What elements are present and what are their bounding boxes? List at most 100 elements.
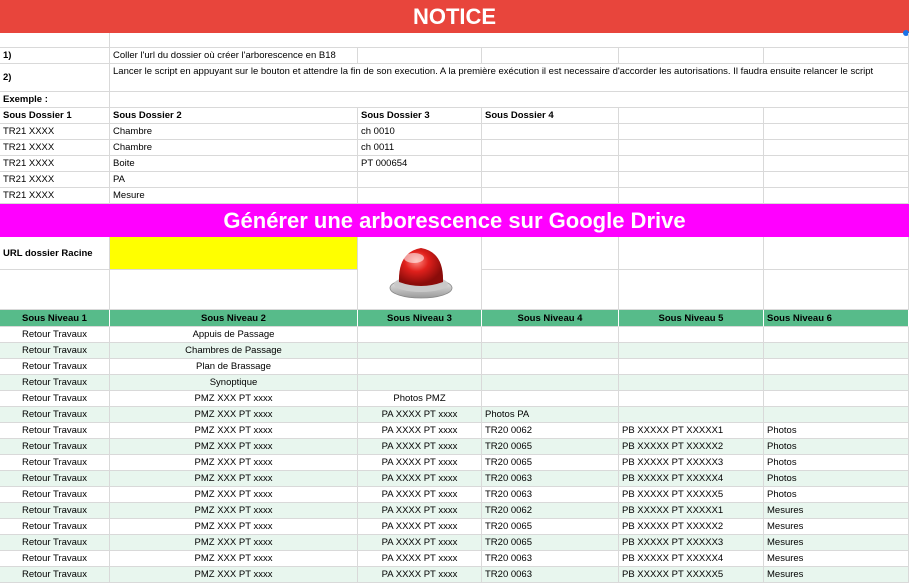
instruction-text[interactable]: Lancer le script en appuyant sur le bout… (110, 64, 909, 92)
level-cell[interactable]: TR20 0063 (482, 471, 619, 487)
level-cell[interactable]: PA XXXX PT xxxx (358, 503, 482, 519)
level-cell[interactable]: PA XXXX PT xxxx (358, 423, 482, 439)
level-cell[interactable]: Retour Travaux (0, 423, 110, 439)
level-cell[interactable]: Photos (764, 455, 909, 471)
level-cell[interactable] (358, 375, 482, 391)
example-cell[interactable] (619, 124, 764, 140)
level-cell[interactable]: Mesures (764, 567, 909, 583)
example-cell[interactable]: TR21 XXXX (0, 124, 110, 140)
level-cell[interactable]: PMZ XXX PT xxxx (110, 535, 358, 551)
level-cell[interactable] (619, 359, 764, 375)
level-cell[interactable] (482, 327, 619, 343)
level-cell[interactable]: Appuis de Passage (110, 327, 358, 343)
level-cell[interactable]: Retour Travaux (0, 359, 110, 375)
url-input[interactable] (110, 237, 358, 270)
level-cell[interactable]: PB XXXXX PT XXXXX5 (619, 487, 764, 503)
level-cell[interactable]: Mesures (764, 503, 909, 519)
level-cell[interactable] (482, 343, 619, 359)
level-cell[interactable]: Retour Travaux (0, 375, 110, 391)
level-cell[interactable] (764, 359, 909, 375)
level-cell[interactable]: Chambres de Passage (110, 343, 358, 359)
example-cell[interactable]: TR21 XXXX (0, 172, 110, 188)
level-cell[interactable]: PA XXXX PT xxxx (358, 439, 482, 455)
level-cell[interactable]: PA XXXX PT xxxx (358, 487, 482, 503)
level-cell[interactable]: Photos (764, 471, 909, 487)
level-header[interactable]: Sous Niveau 3 (358, 310, 482, 327)
example-cell[interactable] (764, 188, 909, 204)
level-cell[interactable]: PA XXXX PT xxxx (358, 455, 482, 471)
level-cell[interactable] (358, 359, 482, 375)
level-cell[interactable]: TR20 0065 (482, 439, 619, 455)
level-cell[interactable]: PMZ XXX PT xxxx (110, 567, 358, 583)
level-cell[interactable]: PMZ XXX PT xxxx (110, 391, 358, 407)
level-cell[interactable]: TR20 0062 (482, 503, 619, 519)
level-cell[interactable] (764, 343, 909, 359)
level-cell[interactable]: PA XXXX PT xxxx (358, 567, 482, 583)
level-cell[interactable] (619, 375, 764, 391)
level-cell[interactable]: PMZ XXX PT xxxx (110, 423, 358, 439)
level-cell[interactable]: PMZ XXX PT xxxx (110, 439, 358, 455)
level-cell[interactable] (764, 391, 909, 407)
instruction-number[interactable]: 1) (0, 48, 110, 64)
example-cell[interactable] (358, 188, 482, 204)
level-header[interactable]: Sous Niveau 2 (110, 310, 358, 327)
level-cell[interactable] (619, 327, 764, 343)
level-cell[interactable]: Retour Travaux (0, 487, 110, 503)
level-cell[interactable]: PB XXXXX PT XXXXX2 (619, 439, 764, 455)
level-cell[interactable]: PB XXXXX PT XXXXX2 (619, 519, 764, 535)
example-header[interactable]: Sous Dossier 4 (482, 108, 619, 124)
level-cell[interactable]: PA XXXX PT xxxx (358, 551, 482, 567)
example-cell[interactable] (619, 188, 764, 204)
level-cell[interactable]: Retour Travaux (0, 503, 110, 519)
example-cell[interactable]: Boite (110, 156, 358, 172)
level-cell[interactable]: Mesures (764, 535, 909, 551)
example-cell[interactable] (764, 124, 909, 140)
level-cell[interactable]: PB XXXXX PT XXXXX5 (619, 567, 764, 583)
level-cell[interactable] (619, 391, 764, 407)
level-cell[interactable]: PB XXXXX PT XXXXX1 (619, 423, 764, 439)
level-header[interactable]: Sous Niveau 4 (482, 310, 619, 327)
level-cell[interactable] (482, 359, 619, 375)
level-cell[interactable]: TR20 0065 (482, 535, 619, 551)
level-cell[interactable]: PB XXXXX PT XXXXX4 (619, 551, 764, 567)
level-cell[interactable]: TR20 0065 (482, 455, 619, 471)
level-cell[interactable]: PMZ XXX PT xxxx (110, 551, 358, 567)
level-cell[interactable]: TR20 0063 (482, 551, 619, 567)
level-cell[interactable] (764, 407, 909, 423)
level-cell[interactable] (482, 391, 619, 407)
level-cell[interactable]: PB XXXXX PT XXXXX1 (619, 503, 764, 519)
level-cell[interactable]: PMZ XXX PT xxxx (110, 471, 358, 487)
level-cell[interactable]: Retour Travaux (0, 551, 110, 567)
level-cell[interactable]: PA XXXX PT xxxx (358, 519, 482, 535)
level-cell[interactable]: PMZ XXX PT xxxx (110, 455, 358, 471)
example-cell[interactable] (482, 156, 619, 172)
level-cell[interactable]: PB XXXXX PT XXXXX3 (619, 535, 764, 551)
level-cell[interactable] (482, 375, 619, 391)
level-cell[interactable]: Retour Travaux (0, 519, 110, 535)
level-cell[interactable] (358, 343, 482, 359)
level-cell[interactable]: Photos (764, 439, 909, 455)
example-cell[interactable]: Chambre (110, 124, 358, 140)
level-cell[interactable]: PA XXXX PT xxxx (358, 407, 482, 423)
level-cell[interactable]: PMZ XXX PT xxxx (110, 519, 358, 535)
level-cell[interactable]: TR20 0065 (482, 519, 619, 535)
example-cell[interactable] (358, 172, 482, 188)
level-cell[interactable]: TR20 0063 (482, 567, 619, 583)
example-cell[interactable]: TR21 XXXX (0, 140, 110, 156)
example-label[interactable]: Exemple : (0, 92, 110, 108)
level-cell[interactable]: TR20 0063 (482, 487, 619, 503)
level-header[interactable]: Sous Niveau 5 (619, 310, 764, 327)
example-cell[interactable] (482, 140, 619, 156)
level-cell[interactable]: PMZ XXX PT xxxx (110, 487, 358, 503)
example-cell[interactable] (482, 124, 619, 140)
level-cell[interactable]: PA XXXX PT xxxx (358, 535, 482, 551)
level-cell[interactable]: Retour Travaux (0, 455, 110, 471)
level-cell[interactable]: Retour Travaux (0, 567, 110, 583)
level-cell[interactable] (764, 375, 909, 391)
level-cell[interactable]: PA XXXX PT xxxx (358, 471, 482, 487)
level-cell[interactable]: PMZ XXX PT xxxx (110, 503, 358, 519)
level-cell[interactable]: TR20 0062 (482, 423, 619, 439)
level-cell[interactable]: Retour Travaux (0, 535, 110, 551)
example-cell[interactable] (764, 156, 909, 172)
level-cell[interactable]: Retour Travaux (0, 391, 110, 407)
